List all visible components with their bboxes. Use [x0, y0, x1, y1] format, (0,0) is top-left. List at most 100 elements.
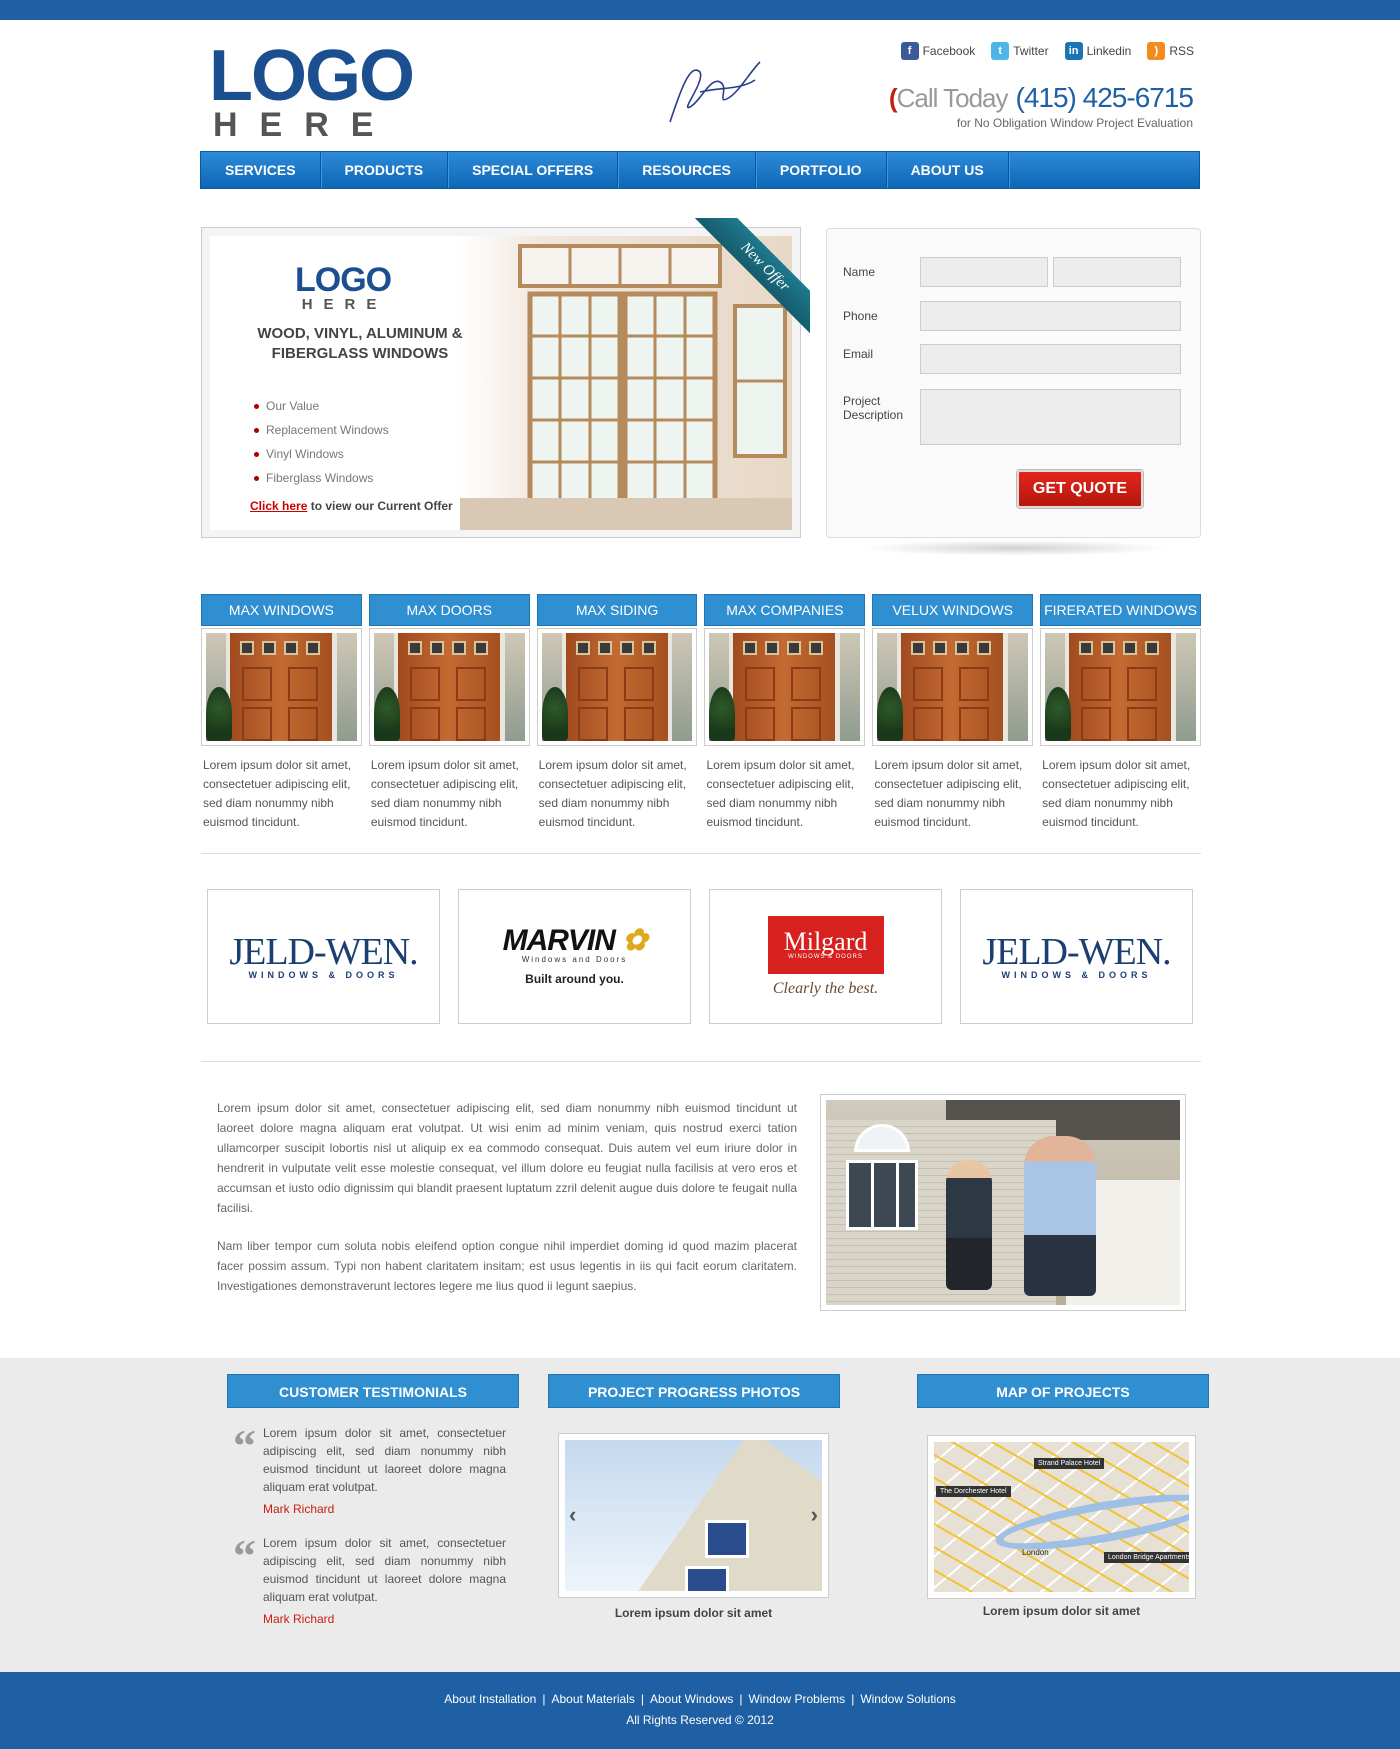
milgard-tag: Clearly the best.	[772, 979, 879, 997]
logo-big-text: LOGO	[209, 36, 415, 116]
nav-item-about-us[interactable]: ABOUT US	[887, 152, 1009, 188]
map-tag[interactable]: Strand Palace Hotel	[1034, 1458, 1105, 1469]
hero-logo-small: HERE	[301, 296, 388, 313]
map-frame[interactable]: Strand Palace Hotel The Dorchester Hotel…	[927, 1435, 1196, 1599]
hero-list-item[interactable]: Fiberglass Windows	[254, 466, 389, 490]
click-here-link[interactable]: Click here	[250, 499, 307, 513]
footer-link[interactable]: About Materials	[551, 1692, 634, 1706]
product-title[interactable]: MAX DOORS	[368, 594, 530, 626]
jeldwen-sub: WINDOWS & DOORS	[1001, 969, 1152, 980]
social-label: Linkedin	[1086, 44, 1132, 58]
product-card[interactable]: MAX WINDOWS Lorem ipsum dolor sit amet, c…	[201, 594, 362, 832]
testimonial-author-1[interactable]: Mark Richard	[263, 1502, 334, 1516]
last-name-input[interactable]	[1053, 257, 1181, 287]
social-label: Twitter	[1013, 44, 1049, 58]
facebook-icon: f	[900, 42, 919, 60]
quote-icon: “	[233, 1530, 256, 1581]
product-title[interactable]: MAX COMPANIES	[704, 594, 866, 626]
map-city-label: London	[1022, 1548, 1049, 1557]
footer-separator: |	[739, 1692, 743, 1706]
divider	[201, 1061, 1201, 1062]
product-card[interactable]: FIRERATED WINDOWS Lorem ipsum dolor sit a…	[1040, 594, 1201, 832]
map-tag[interactable]: The Dorchester Hotel	[936, 1486, 1011, 1497]
site-logo[interactable]: LOGO HERE	[209, 36, 415, 142]
product-title[interactable]: MAX WINDOWS	[201, 594, 362, 626]
product-card[interactable]: MAX SIDING Lorem ipsum dolor sit amet, co…	[536, 594, 698, 832]
progress-caption: Lorem ipsum dolor sit amet	[614, 1606, 773, 1620]
jeldwen-logo-2[interactable]: JELD-WEN. WINDOWS & DOORS	[960, 889, 1193, 1024]
testimonial-text-2: Lorem ipsum dolor sit amet, consectetuer…	[263, 1536, 506, 1604]
product-title[interactable]: MAX SIDING	[536, 594, 698, 626]
next-arrow-icon[interactable]: ›	[811, 1502, 818, 1528]
product-description: Lorem ipsum dolor sit amet, consectetuer…	[203, 758, 352, 829]
footer-link[interactable]: About Windows	[650, 1692, 733, 1706]
product-image[interactable]	[704, 628, 866, 746]
milgard-logo[interactable]: Milgard WINDOWS & DOORS Clearly the best…	[709, 889, 942, 1024]
product-description: Lorem ipsum dolor sit amet, consectetuer…	[538, 758, 687, 829]
jeldwen-logo[interactable]: JELD-WEN. WINDOWS & DOORS	[207, 889, 440, 1024]
phone-number[interactable]: (415) 425-6715	[1016, 82, 1194, 114]
social-link-twitter[interactable]: t Twitter	[991, 42, 1049, 60]
testimonials-title: CUSTOMER TESTIMONIALS	[227, 1374, 519, 1408]
testimonial-text-1: Lorem ipsum dolor sit amet, consectetuer…	[263, 1426, 506, 1494]
social-links: f Facebook t Twitter in Linkedin ) RSS	[900, 42, 1194, 60]
hero-list: Our Value Replacement Windows Vinyl Window…	[254, 394, 389, 490]
nav-item-resources[interactable]: RESOURCES	[618, 152, 756, 188]
footer-link[interactable]: Window Problems	[748, 1692, 845, 1706]
product-description: Lorem ipsum dolor sit amet, consectetuer…	[1042, 758, 1191, 829]
marvin-sub: Windows and Doors	[521, 955, 628, 964]
new-offer-ribbon[interactable]: New Offer	[680, 218, 810, 348]
hero-title: WOOD, VINYL, ALUMINUM & FIBERGLASS WINDO…	[257, 325, 463, 362]
hero-list-item[interactable]: Replacement Windows	[254, 418, 389, 442]
linkedin-icon: in	[1064, 42, 1083, 60]
product-card[interactable]: MAX COMPANIES Lorem ipsum dolor sit amet,…	[704, 594, 866, 832]
call-subtitle: for No Obligation Window Project Evaluat…	[956, 116, 1193, 130]
nav-item-portfolio[interactable]: PORTFOLIO	[756, 152, 887, 188]
hero-logo: LOGO HERE	[295, 261, 392, 313]
testimonial-author-2[interactable]: Mark Richard	[263, 1612, 334, 1626]
projects-map[interactable]: Strand Palace Hotel The Dorchester Hotel…	[934, 1442, 1189, 1592]
product-image[interactable]	[368, 628, 530, 746]
nav-item-services[interactable]: SERVICES	[201, 152, 321, 188]
prev-arrow-icon[interactable]: ‹	[569, 1502, 576, 1528]
map-title: MAP OF PROJECTS	[917, 1374, 1209, 1408]
footer-separator: |	[851, 1692, 855, 1706]
social-link-linkedin[interactable]: in Linkedin	[1064, 42, 1132, 60]
nav-item-products[interactable]: PRODUCTS	[321, 152, 449, 188]
social-link-facebook[interactable]: f Facebook	[900, 42, 975, 60]
hero-list-item[interactable]: Our Value	[254, 394, 389, 418]
product-image[interactable]	[201, 628, 362, 746]
top-bar	[0, 0, 1400, 20]
get-quote-button[interactable]: GET QUOTE	[1017, 470, 1143, 508]
product-title[interactable]: FIRERATED WINDOWS	[1040, 594, 1201, 626]
product-card[interactable]: VELUX WINDOWS Lorem ipsum dolor sit amet,…	[872, 594, 1034, 832]
brand-logos: JELD-WEN. WINDOWS & DOORS MARVIN ✿ Windo…	[207, 889, 1193, 1024]
signature-graphic	[669, 61, 761, 123]
about-paragraph-2: Nam liber tempor cum soluta nobis eleife…	[217, 1239, 797, 1293]
project-label-line1: Project	[843, 394, 881, 408]
product-image[interactable]	[872, 628, 1034, 746]
product-image[interactable]	[1040, 628, 1201, 746]
project-description-textarea[interactable]	[920, 389, 1181, 445]
footer-link[interactable]: Window Solutions	[860, 1692, 955, 1706]
first-name-input[interactable]	[920, 257, 1048, 287]
footer-link[interactable]: About Installation	[444, 1692, 536, 1706]
hero-cta-text: to view our Current Offer	[307, 499, 453, 513]
product-card[interactable]: MAX DOORS Lorem ipsum dolor sit amet, con…	[368, 594, 530, 832]
marvin-logo[interactable]: MARVIN ✿ Windows and Doors Built around …	[458, 889, 691, 1024]
jeldwen-sub: WINDOWS & DOORS	[248, 969, 399, 980]
product-image[interactable]	[536, 628, 698, 746]
hero-list-item[interactable]: Vinyl Windows	[254, 442, 389, 466]
hero-logo-big: LOGO	[295, 261, 392, 299]
nav-item-special-offers[interactable]: SPECIAL OFFERS	[448, 152, 619, 188]
product-title[interactable]: VELUX WINDOWS	[872, 594, 1034, 626]
phone-icon: (	[888, 83, 898, 113]
marvin-name: MARVIN ✿	[502, 924, 648, 957]
map-tag[interactable]: London Bridge Apartments	[1104, 1552, 1189, 1563]
social-label: RSS	[1169, 44, 1194, 58]
phone-input[interactable]	[920, 301, 1181, 331]
bottom-section: CUSTOMER TESTIMONIALS “ Lorem ipsum dolo…	[0, 1358, 1400, 1672]
social-link-rss[interactable]: ) RSS	[1147, 42, 1194, 60]
email-input[interactable]	[920, 344, 1181, 374]
progress-title: PROJECT PROGRESS PHOTOS	[548, 1374, 840, 1408]
